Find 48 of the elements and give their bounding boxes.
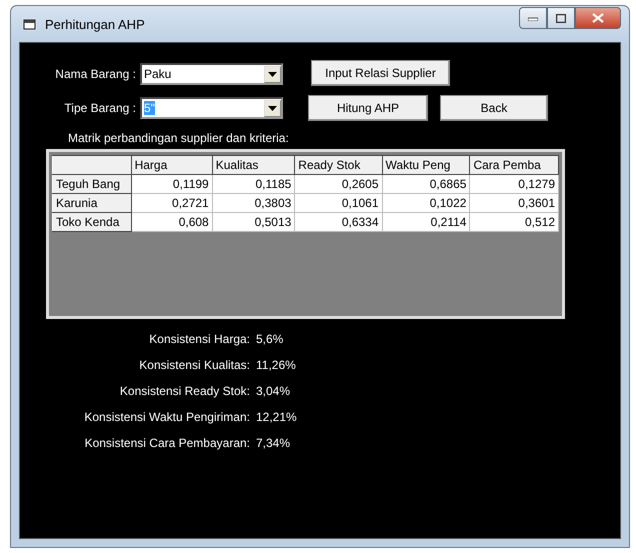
field-label: Tipe Barang :	[63, 101, 137, 115]
consistency-value: 3,04%	[256, 384, 290, 398]
table-cell: 0,1022	[382, 194, 470, 212]
table-cell: 0,608	[131, 212, 212, 232]
close-icon	[592, 13, 604, 23]
table-cell: 0,6865	[382, 174, 470, 194]
field-label: Nama Barang :	[54, 67, 137, 81]
column-header: Waktu Peng	[382, 156, 470, 174]
window-title: Perhitungan AHP	[45, 16, 146, 32]
column-header: Kualitas	[212, 156, 295, 174]
column-header: Harga	[131, 156, 212, 174]
consistency-label: Konsistensi Harga:	[148, 332, 251, 346]
consistency-label: Konsistensi Waktu Pengiriman:	[83, 410, 251, 424]
dropdown[interactable]: Paku	[140, 63, 283, 85]
table-cell: 0,512	[470, 212, 558, 232]
table-cell: 0,1185	[212, 174, 295, 194]
table-cell: 0,1199	[131, 174, 212, 194]
table-cell: 0,6334	[294, 212, 382, 232]
minimize-icon	[528, 15, 538, 21]
consistency-value: 12,21%	[256, 410, 297, 424]
maximize-button[interactable]	[547, 7, 575, 29]
consistency-value: 11,26%	[256, 358, 296, 372]
column-header: Cara Pemba	[470, 156, 558, 174]
minimize-button[interactable]	[519, 7, 547, 29]
consistency-label: Konsistensi Ready Stok:	[118, 384, 251, 398]
consistency-label: Konsistensi Cara Pembayaran:	[84, 436, 251, 450]
table-cell: 0,3601	[470, 194, 558, 212]
row-header: Teguh Bang	[52, 174, 132, 194]
matrix-caption: Matrik perbandingan supplier dan kriteria:	[68, 131, 290, 145]
row-header: Karunia	[52, 194, 132, 212]
consistency-value: 5,6%	[256, 332, 284, 346]
table-cell: 0,2721	[131, 194, 212, 212]
close-button[interactable]	[575, 7, 621, 29]
column-header: Ready Stok	[294, 156, 382, 174]
maximize-icon	[556, 14, 566, 22]
table-cell: 0,3803	[212, 194, 295, 212]
table-cell: 0,2114	[382, 212, 470, 232]
back-button[interactable]: Back	[440, 95, 548, 121]
table-cell: 0,1279	[470, 174, 558, 194]
consistency-label: Konsistensi Kualitas:	[138, 358, 251, 372]
row-header: Toko Kenda	[52, 212, 132, 232]
consistency-value: 7,34%	[256, 436, 290, 450]
window-icon	[23, 18, 37, 30]
table-cell: 0,5013	[212, 212, 295, 232]
table-cell: 0,2605	[294, 174, 382, 194]
table-cell: 0,1061	[294, 194, 382, 212]
input-relasi-supplier-button[interactable]: Input Relasi Supplier	[311, 60, 450, 86]
hitung-ahp-button[interactable]: Hitung AHP	[308, 95, 428, 121]
